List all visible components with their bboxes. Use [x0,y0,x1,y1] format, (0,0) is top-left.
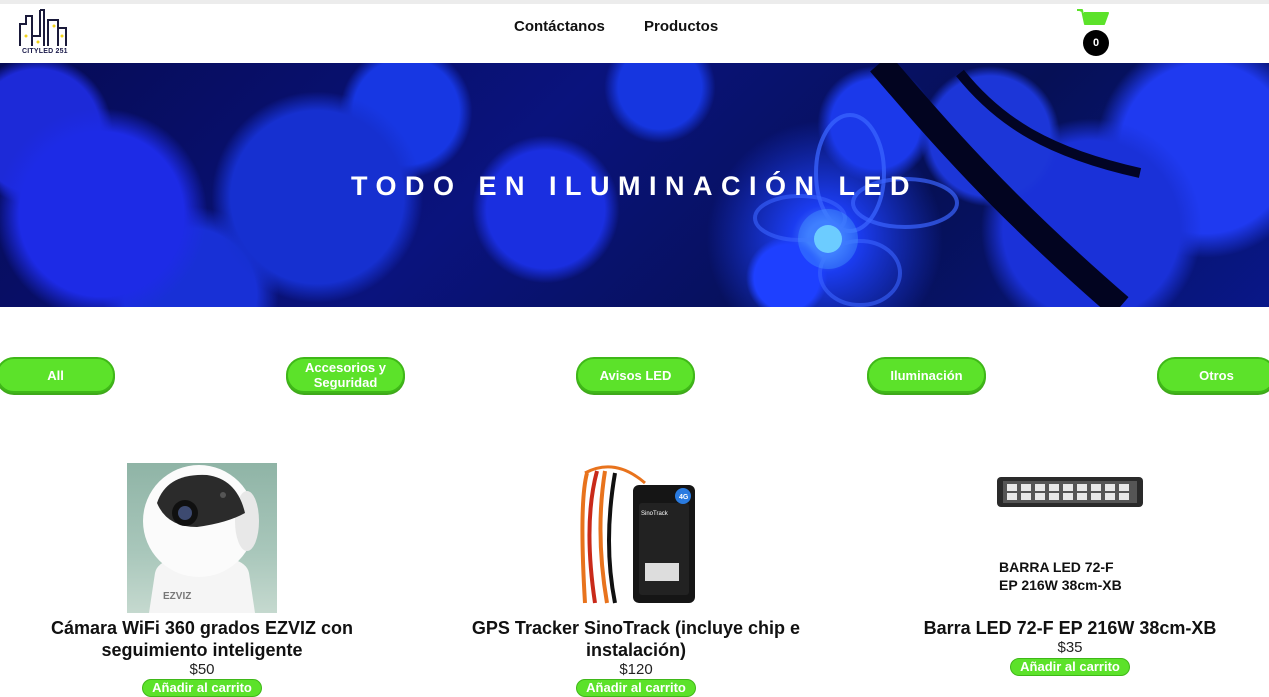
city-skyline-icon [19,9,67,46]
product-price: $50 [189,661,215,678]
category-otros-button[interactable]: Otros [1157,357,1269,393]
network-badge: 4G [679,494,689,501]
cart-count-badge: 0 [1083,30,1109,56]
nav-contact-link[interactable]: Contáctanos [514,18,605,35]
product-image-gps[interactable]: 4G SinoTrack [575,463,700,613]
product-price: $35 [1057,639,1083,656]
category-avisos-led-button[interactable]: Avisos LED [576,357,695,393]
cart-button[interactable]: 0 [1076,8,1116,58]
brand-logo-text: CITYLED 251 [22,48,68,55]
hero-title: TODO EN ILUMINACIÓN LED [350,171,918,201]
shopping-cart-icon [1077,9,1109,25]
add-to-cart-button[interactable]: Añadir al carrito [1010,658,1130,676]
product-image-led-bar[interactable]: BARRA LED 72-F EP 216W 38cm-XB [995,463,1145,613]
add-to-cart-button[interactable]: Añadir al carrito [576,679,696,697]
product-name: GPS Tracker SinoTrack (incluye chip e in… [471,618,801,660]
nav-products-link[interactable]: Productos [644,18,718,35]
category-all-button[interactable]: All [0,357,115,393]
brand-logo[interactable]: CITYLED 251 [14,6,72,62]
product-name: Cámara WiFi 360 grados EZVIZ con seguimi… [51,618,353,660]
brand-label: EZVIZ [163,591,192,602]
add-to-cart-button[interactable]: Añadir al carrito [142,679,262,697]
navbar: CITYLED 251 Contáctanos Productos 0 [0,4,1269,63]
image-caption-line2: EP 216W 38cm-XB [999,577,1122,593]
product-price: $120 [619,661,653,678]
image-caption: BARRA LED 72-F EP 216W 38cm-XB [999,558,1122,594]
product-image-camera[interactable]: EZVIZ [127,463,277,613]
category-iluminacion-button[interactable]: Iluminación [867,357,986,393]
category-accesorios-button[interactable]: Accesorios y Seguridad [286,357,405,393]
image-caption-line1: BARRA LED 72-F [999,559,1114,575]
product-name: Barra LED 72-F EP 216W 38cm-XB [923,618,1217,638]
hero-banner: TODO EN ILUMINACIÓN LED [0,63,1269,307]
brand-label: SinoTrack [641,511,669,517]
